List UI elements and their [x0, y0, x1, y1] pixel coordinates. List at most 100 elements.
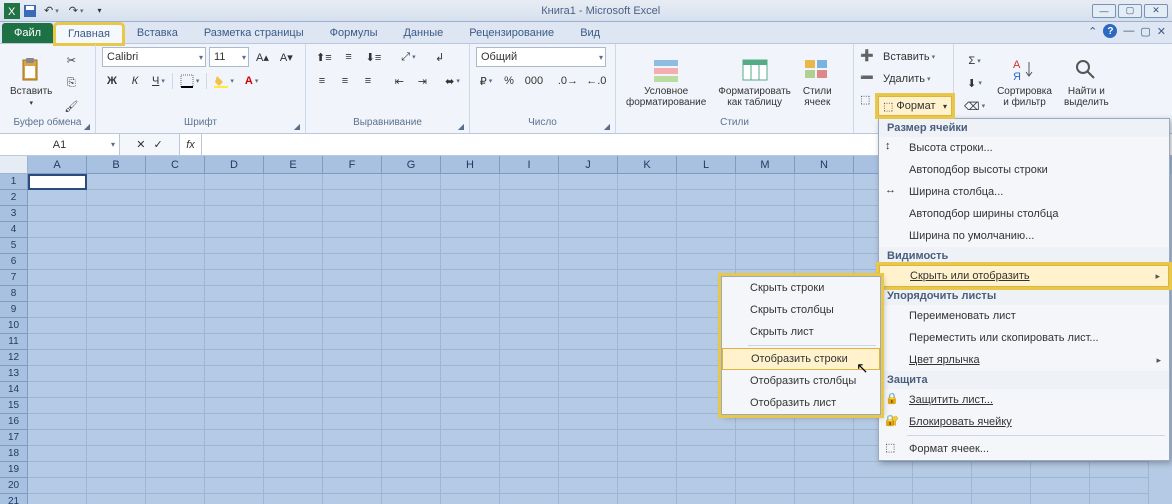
cell[interactable] [323, 462, 382, 478]
cell[interactable] [618, 302, 677, 318]
cell[interactable] [677, 494, 736, 504]
cell[interactable] [146, 222, 205, 238]
cell[interactable] [323, 174, 382, 190]
cell[interactable] [618, 350, 677, 366]
cell[interactable] [382, 494, 441, 504]
cell[interactable] [500, 462, 559, 478]
cell[interactable] [264, 318, 323, 334]
menu-protect-sheet[interactable]: 🔒Защитить лист... [879, 389, 1169, 411]
cell[interactable] [382, 318, 441, 334]
cell[interactable] [205, 430, 264, 446]
cell[interactable] [972, 462, 1031, 478]
row-header[interactable]: 21 [0, 494, 28, 504]
cell[interactable] [264, 366, 323, 382]
cell[interactable] [677, 430, 736, 446]
cell[interactable] [618, 238, 677, 254]
cell[interactable] [618, 334, 677, 350]
tab-insert[interactable]: Вставка [125, 23, 190, 43]
cell[interactable] [736, 494, 795, 504]
cell[interactable] [146, 190, 205, 206]
cell[interactable] [618, 398, 677, 414]
cell[interactable] [323, 494, 382, 504]
cell[interactable] [205, 190, 264, 206]
tab-formulas[interactable]: Формулы [318, 23, 390, 43]
cell[interactable] [87, 206, 146, 222]
cell[interactable] [28, 222, 87, 238]
cell[interactable] [146, 302, 205, 318]
shrink-font-button[interactable]: A▾ [276, 47, 297, 67]
font-color-button[interactable]: A [241, 71, 262, 91]
row-header[interactable]: 2 [0, 190, 28, 206]
fill-button[interactable]: ⬇ [960, 73, 989, 93]
cell[interactable] [441, 222, 500, 238]
cell[interactable] [1031, 462, 1090, 478]
cell[interactable] [87, 430, 146, 446]
cell[interactable] [559, 382, 618, 398]
cell[interactable] [146, 430, 205, 446]
cell[interactable] [500, 238, 559, 254]
cell[interactable] [559, 462, 618, 478]
decrease-decimal-button[interactable]: ←.0 [584, 71, 609, 91]
cell[interactable] [559, 270, 618, 286]
cell[interactable] [146, 174, 205, 190]
cell[interactable] [323, 366, 382, 382]
inner-close-button[interactable]: ✕ [1157, 25, 1166, 38]
cell[interactable] [736, 446, 795, 462]
cell[interactable] [441, 302, 500, 318]
cell[interactable] [677, 206, 736, 222]
cell[interactable] [559, 190, 618, 206]
cell[interactable] [205, 174, 264, 190]
cell[interactable] [146, 318, 205, 334]
cell[interactable] [441, 286, 500, 302]
cell[interactable] [146, 334, 205, 350]
submenu-hide-cols[interactable]: Скрыть столбцы [722, 299, 880, 321]
row-header[interactable]: 6 [0, 254, 28, 270]
cell[interactable] [618, 206, 677, 222]
cell[interactable] [87, 174, 146, 190]
row-header[interactable]: 18 [0, 446, 28, 462]
cell[interactable] [559, 238, 618, 254]
col-header[interactable]: D [205, 156, 264, 174]
decrease-indent-button[interactable]: ⇤ [389, 71, 409, 91]
cell[interactable] [146, 254, 205, 270]
cell[interactable] [382, 398, 441, 414]
cell[interactable] [736, 414, 795, 430]
cell[interactable] [795, 462, 854, 478]
cancel-formula-icon[interactable]: ✕ [136, 138, 145, 151]
tab-view[interactable]: Вид [568, 23, 612, 43]
cell[interactable] [559, 318, 618, 334]
cell[interactable] [146, 382, 205, 398]
cell[interactable] [677, 190, 736, 206]
ribbon-minimize-icon[interactable]: ⌃ [1088, 25, 1097, 38]
cell[interactable] [87, 302, 146, 318]
row-header[interactable]: 5 [0, 238, 28, 254]
inner-minimize-button[interactable]: — [1123, 25, 1134, 37]
cell[interactable] [382, 446, 441, 462]
cell[interactable] [500, 286, 559, 302]
cell[interactable] [87, 190, 146, 206]
cell[interactable] [559, 478, 618, 494]
cell[interactable] [441, 334, 500, 350]
cell[interactable] [323, 414, 382, 430]
align-left-button[interactable]: ≡ [312, 71, 332, 91]
col-header[interactable]: I [500, 156, 559, 174]
cell[interactable] [28, 398, 87, 414]
format-painter-button[interactable]: 🖌 [60, 96, 82, 116]
cell[interactable] [500, 350, 559, 366]
cell[interactable] [382, 206, 441, 222]
borders-button[interactable] [176, 71, 204, 91]
cell[interactable] [205, 382, 264, 398]
row-header[interactable]: 13 [0, 366, 28, 382]
menu-hide-unhide[interactable]: Скрыть или отобразить [879, 265, 1169, 287]
cell[interactable] [146, 446, 205, 462]
cell[interactable] [205, 286, 264, 302]
cell[interactable] [559, 494, 618, 504]
cell[interactable] [441, 494, 500, 504]
cell[interactable] [205, 334, 264, 350]
increase-decimal-button[interactable]: .0→ [555, 71, 580, 91]
font-name-select[interactable]: Calibri [102, 47, 206, 67]
menu-autofit-col[interactable]: Автоподбор ширины столбца [879, 203, 1169, 225]
cell[interactable] [795, 238, 854, 254]
cell[interactable] [795, 494, 854, 504]
col-header[interactable]: C [146, 156, 205, 174]
